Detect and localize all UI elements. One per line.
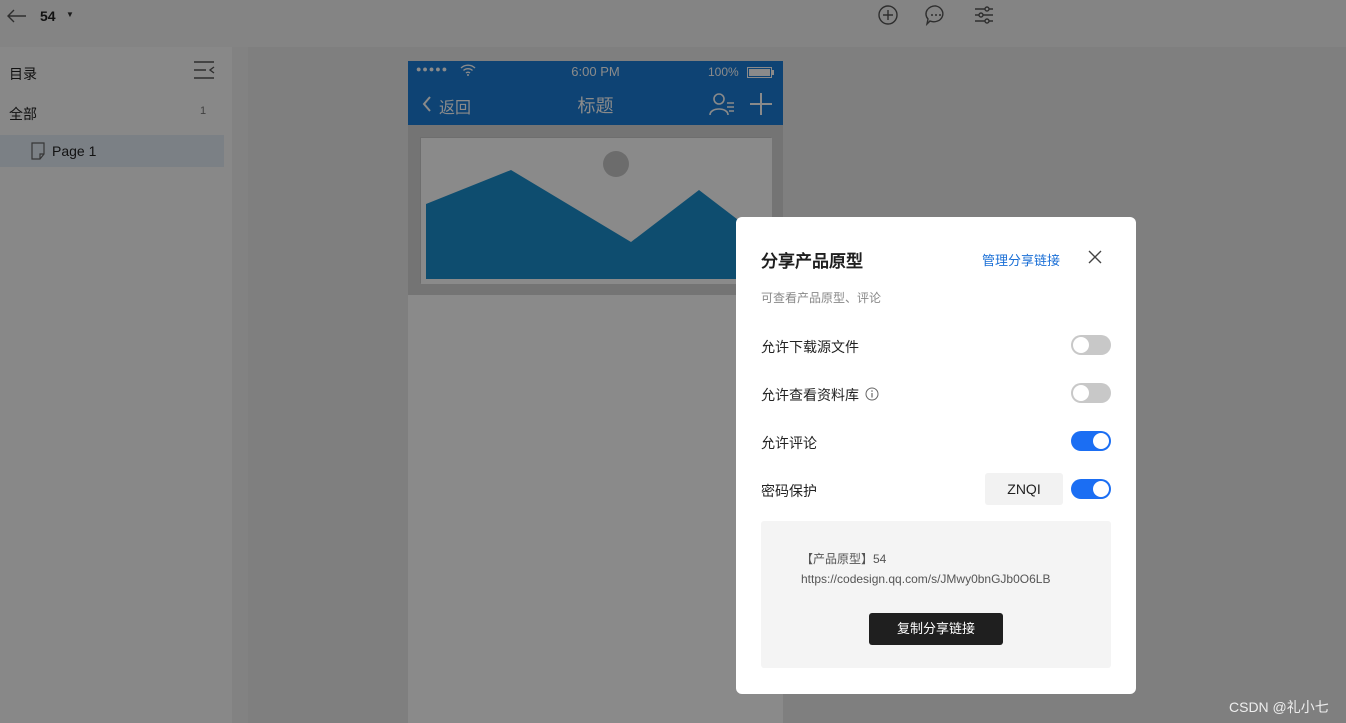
- modal-overlay[interactable]: [0, 0, 1346, 723]
- watermark: CSDN @礼小七: [1229, 699, 1329, 715]
- share-url: https://codesign.qq.com/s/JMwy0bnGJb0O6L…: [801, 572, 1051, 586]
- toggle-allow-comments[interactable]: [1071, 431, 1111, 451]
- copy-share-link-button[interactable]: 复制分享链接: [869, 613, 1003, 645]
- toggle-knob: [1093, 433, 1109, 449]
- toggle-knob: [1073, 385, 1089, 401]
- password-field[interactable]: ZNQI: [985, 473, 1063, 505]
- dialog-subtitle: 可查看产品原型、评论: [761, 291, 882, 305]
- option-label-allow-comments: 允许评论: [761, 435, 817, 451]
- toggle-knob: [1093, 481, 1109, 497]
- toggle-password-protect[interactable]: [1071, 479, 1111, 499]
- share-text: 【产品原型】54: [801, 552, 887, 566]
- option-label-download-source: 允许下载源文件: [761, 339, 859, 355]
- dialog-title: 分享产品原型: [761, 252, 863, 271]
- toggle-knob: [1073, 337, 1089, 353]
- option-label-view-library: 允许查看资料库: [761, 387, 859, 403]
- manage-share-links-link[interactable]: 管理分享链接: [982, 250, 1060, 269]
- share-dialog: 分享产品原型 管理分享链接 可查看产品原型、评论 允许下载源文件 允许查看资料库…: [736, 217, 1136, 694]
- toggle-download-source[interactable]: [1071, 335, 1111, 355]
- close-icon[interactable]: [1086, 248, 1104, 266]
- toggle-view-library[interactable]: [1071, 383, 1111, 403]
- share-link-box: 【产品原型】54 https://codesign.qq.com/s/JMwy0…: [761, 521, 1111, 668]
- info-icon[interactable]: [865, 387, 879, 401]
- option-label-password-protect: 密码保护: [761, 483, 817, 499]
